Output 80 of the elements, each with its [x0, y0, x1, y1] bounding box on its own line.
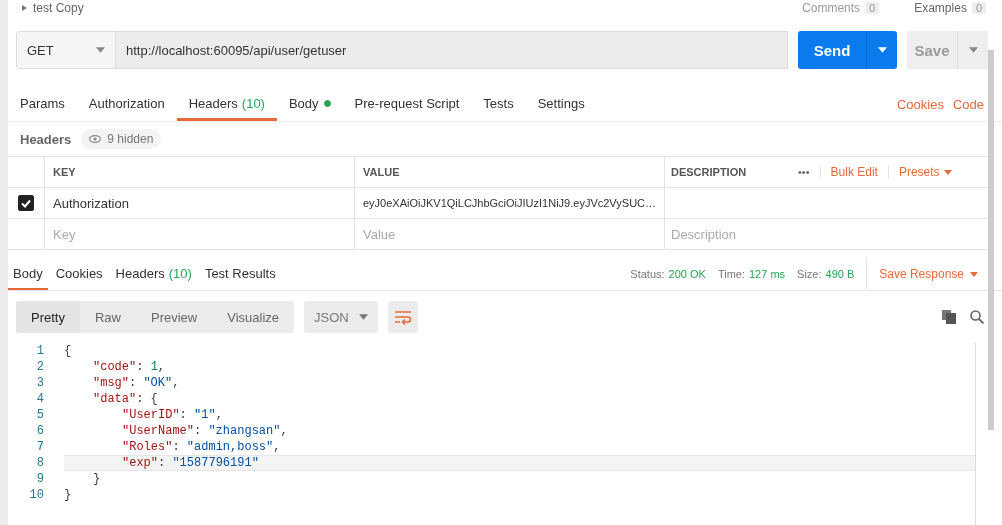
- save-response-dropdown[interactable]: Save Response: [866, 258, 978, 290]
- line-number: 7: [35, 439, 45, 455]
- column-header: VALUE: [355, 157, 665, 187]
- meta-label: Status:: [630, 267, 665, 282]
- caret-icon: [968, 47, 978, 53]
- caret-icon: [96, 47, 105, 53]
- code-line: "code": 1,: [93, 359, 166, 375]
- caret-icon: [943, 169, 952, 175]
- description-field[interactable]: Description: [671, 226, 771, 242]
- comments-count: 0: [865, 2, 880, 14]
- request-tab[interactable]: Settings: [525, 88, 597, 121]
- code-line: }: [64, 487, 72, 503]
- caret-icon: [877, 47, 887, 53]
- search-icon[interactable]: [970, 310, 984, 324]
- meta-label: Size:: [797, 267, 822, 282]
- copy-icon[interactable]: [942, 310, 956, 324]
- wrap-lines-icon: [394, 309, 413, 325]
- examples-link[interactable]: Examples: [914, 1, 967, 15]
- line-number: 5: [35, 407, 45, 423]
- line-number: 6: [35, 423, 45, 439]
- scrollbar[interactable]: [988, 50, 994, 430]
- column-header: KEY: [45, 157, 355, 187]
- checkbox[interactable]: [18, 195, 34, 211]
- request-name[interactable]: test Copy: [33, 1, 84, 15]
- url-field[interactable]: http://localhost:60095/api/user/getuser: [116, 31, 788, 69]
- line-number: 10: [28, 487, 45, 503]
- view-mode-tab[interactable]: Preview: [136, 301, 213, 333]
- table-cell: eyJ0eXAiOiJKV1QiLCJhbGciOiJIUzI1NiJ9.eyJVc2VySUC…: [355, 188, 665, 218]
- request-tab[interactable]: Authorization: [76, 88, 177, 121]
- hidden-headers-toggle[interactable]: 9 hidden: [81, 129, 162, 149]
- code-line: }: [93, 471, 101, 487]
- code-line: "exp": "1587796191": [122, 456, 259, 470]
- value-field[interactable]: Value: [363, 226, 463, 242]
- meta-value: 200 OK: [668, 267, 706, 282]
- line-number: 2: [35, 359, 45, 375]
- method-dropdown[interactable]: GET: [16, 31, 116, 69]
- more-button[interactable]: •••: [788, 166, 821, 178]
- column-header: DESCRIPTION: [671, 166, 747, 178]
- request-tab[interactable]: Pre-request Script: [342, 88, 472, 121]
- presets-dropdown[interactable]: Presets: [888, 165, 962, 179]
- send-button[interactable]: Send: [798, 31, 866, 69]
- format-dropdown[interactable]: JSON: [304, 301, 379, 333]
- line-number: 1: [35, 343, 45, 359]
- view-mode-tab[interactable]: Visualize: [212, 301, 295, 333]
- meta-value: 490 B: [825, 267, 855, 282]
- line-number: 4: [35, 391, 45, 407]
- headers-title: Headers: [20, 131, 72, 147]
- examples-count: 0: [971, 2, 986, 14]
- code-line: {: [64, 343, 72, 359]
- link[interactable]: Cookies: [896, 88, 944, 121]
- response-tab[interactable]: Headers (10): [110, 258, 197, 290]
- caret-icon: [970, 271, 978, 277]
- response-tab[interactable]: Cookies: [50, 258, 108, 290]
- caret-icon: [359, 314, 369, 320]
- key-field[interactable]: Key: [53, 226, 153, 242]
- table-cell: Authorization: [45, 188, 355, 218]
- response-tab[interactable]: Test Results: [199, 258, 281, 290]
- code-line: "Roles": "admin,boss",: [122, 439, 281, 455]
- request-tab[interactable]: Body: [276, 88, 343, 121]
- line-number: 9: [35, 471, 45, 487]
- code-line: "UserID": "1",: [122, 407, 223, 423]
- line-number: 3: [35, 375, 45, 391]
- line-number: 8: [35, 455, 45, 471]
- link[interactable]: Code: [952, 88, 984, 121]
- meta-label: Time:: [717, 267, 745, 282]
- request-tab[interactable]: Tests: [471, 88, 526, 121]
- view-mode-tab[interactable]: Pretty: [16, 301, 80, 333]
- wrap-lines-button[interactable]: [388, 301, 419, 333]
- meta-value: 127 ms: [748, 267, 786, 282]
- view-mode-tab[interactable]: Raw: [79, 301, 136, 333]
- response-tab[interactable]: Body: [8, 258, 48, 290]
- request-tab[interactable]: Headers (10): [176, 88, 277, 121]
- bulk-edit-link[interactable]: Bulk Edit: [820, 165, 889, 179]
- code-line: "msg": "OK",: [93, 375, 180, 391]
- code-line: "data": {: [93, 391, 158, 407]
- code-line: "UserName": "zhangsan",: [122, 423, 288, 439]
- eye-icon: [89, 135, 102, 143]
- request-tab[interactable]: Params: [8, 88, 77, 121]
- collapse-triangle-icon[interactable]: [22, 5, 27, 11]
- send-options-button[interactable]: [866, 31, 897, 69]
